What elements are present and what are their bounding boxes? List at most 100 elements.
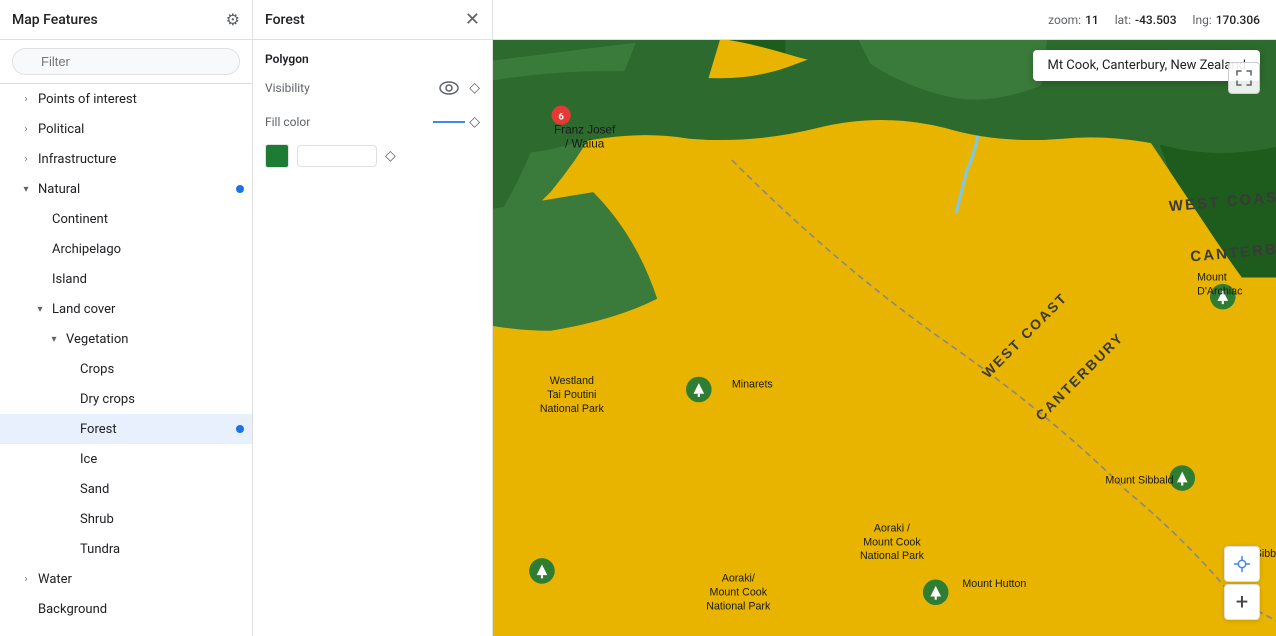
sidebar-item-label-ice: Ice — [80, 452, 244, 467]
tree-dot-forest — [236, 425, 244, 433]
sidebar-item-background[interactable]: Background — [0, 594, 252, 624]
fill-color-line — [433, 121, 465, 123]
sidebar-item-label-natural: Natural — [38, 182, 232, 197]
zoom-value: 11 — [1085, 13, 1099, 27]
map-canvas[interactable]: 6 — [493, 0, 1276, 636]
svg-text:D'Archiac: D'Archiac — [1197, 286, 1243, 298]
svg-text:Mount: Mount — [1197, 272, 1227, 284]
svg-text:Mount Hutton: Mount Hutton — [962, 578, 1026, 590]
sidebar-header: Map Features ⚙ — [0, 0, 252, 40]
sidebar-item-label-water: Water — [38, 572, 244, 587]
gear-icon[interactable]: ⚙ — [226, 10, 240, 29]
sidebar-item-island[interactable]: Island — [0, 264, 252, 294]
lng-label: lng: — [1193, 13, 1212, 27]
svg-text:/ Waiua: / Waiua — [565, 137, 605, 150]
sidebar-item-label-continent: Continent — [52, 212, 244, 227]
sidebar-item-dry-crops[interactable]: Dry crops — [0, 384, 252, 414]
map-header-bar: zoom: 11 lat: -43.503 lng: 170.306 — [493, 0, 1276, 40]
sidebar-item-label-infrastructure: Infrastructure — [38, 152, 244, 167]
location-button[interactable] — [1224, 546, 1260, 582]
sidebar-item-infrastructure[interactable]: › Infrastructure — [0, 144, 252, 174]
chevron-icon-infrastructure: › — [18, 151, 34, 167]
sidebar-item-sand[interactable]: Sand — [0, 474, 252, 504]
sidebar-item-label-background: Background — [38, 602, 244, 617]
chevron-icon-shrub — [60, 511, 76, 527]
lat-value: -43.503 — [1135, 13, 1177, 27]
zoom-in-button[interactable]: + — [1224, 584, 1260, 620]
svg-text:Westland: Westland — [550, 375, 594, 387]
filter-input[interactable] — [12, 48, 240, 75]
sidebar-item-label-dry-crops: Dry crops — [80, 392, 244, 407]
sidebar-item-forest[interactable]: Forest — [0, 414, 252, 444]
map-area: zoom: 11 lat: -43.503 lng: 170.306 — [493, 0, 1276, 636]
eye-icon[interactable] — [437, 76, 461, 100]
chevron-icon-continent — [32, 211, 48, 227]
sidebar-item-label-crops: Crops — [80, 362, 244, 377]
fill-color-row: Fill color ◇ — [265, 114, 480, 130]
svg-text:6: 6 — [558, 112, 564, 123]
zoom-stat: zoom: 11 — [1048, 13, 1099, 27]
chevron-icon-archipelago — [32, 241, 48, 257]
detail-panel: Forest ✕ Polygon Visibility ◇ Fill color — [253, 0, 493, 636]
visibility-diamond-icon[interactable]: ◇ — [469, 80, 480, 96]
sidebar-item-ice[interactable]: Ice — [0, 444, 252, 474]
sidebar-item-points-of-interest[interactable]: › Points of interest — [0, 84, 252, 114]
sidebar-item-continent[interactable]: Continent — [0, 204, 252, 234]
svg-text:National Park: National Park — [860, 550, 925, 562]
fullscreen-button[interactable] — [1228, 62, 1260, 94]
fill-color-label: Fill color — [265, 115, 310, 129]
visibility-label: Visibility — [265, 81, 310, 95]
svg-text:National Park: National Park — [706, 600, 771, 612]
sidebar-title: Map Features — [12, 12, 98, 28]
svg-text:Tai Poutini: Tai Poutini — [547, 389, 596, 401]
fill-color-value-input[interactable]: 146735 — [297, 145, 377, 167]
visibility-controls: ◇ — [437, 76, 480, 100]
detail-title: Forest — [265, 12, 305, 28]
sidebar-item-vegetation[interactable]: ▾Vegetation — [0, 324, 252, 354]
visibility-row: Visibility ◇ — [265, 76, 480, 100]
map-controls: + — [1224, 546, 1260, 620]
sidebar-item-label-vegetation: Vegetation — [66, 332, 244, 347]
chevron-icon-tundra — [60, 541, 76, 557]
tree-dot-natural — [236, 185, 244, 193]
sidebar-item-political[interactable]: ›Political — [0, 114, 252, 144]
fill-color-diamond-icon[interactable]: ◇ — [469, 114, 480, 130]
chevron-icon-water: › — [18, 571, 34, 587]
fill-color-swatch[interactable] — [265, 144, 289, 168]
sidebar-item-water[interactable]: › Water — [0, 564, 252, 594]
sidebar-item-label-archipelago: Archipelago — [52, 242, 244, 257]
chevron-icon-land-cover: ▾ — [32, 301, 48, 317]
sidebar-item-tundra[interactable]: Tundra — [0, 534, 252, 564]
zoom-label: zoom: — [1048, 13, 1081, 27]
sidebar-item-label-land-cover: Land cover — [52, 302, 244, 317]
chevron-icon-crops — [60, 361, 76, 377]
sidebar-item-shrub[interactable]: Shrub — [0, 504, 252, 534]
location-tooltip: Mt Cook, Canterbury, New Zealand — [1033, 50, 1260, 81]
sidebar: Map Features ⚙ ≡ ›Points of interest›Pol… — [0, 0, 253, 636]
sidebar-item-label-shrub: Shrub — [80, 512, 244, 527]
detail-header: Forest ✕ — [253, 0, 492, 40]
svg-text:Minarets: Minarets — [732, 378, 773, 390]
svg-text:Mount Cook: Mount Cook — [710, 586, 768, 598]
polygon-section-title: Polygon — [265, 52, 480, 66]
fill-color-swatch-row[interactable]: 146735 ◇ — [265, 144, 480, 168]
chevron-icon-points-of-interest: › — [18, 91, 34, 107]
svg-text:Aoraki/: Aoraki/ — [722, 573, 755, 585]
sidebar-item-archipelago[interactable]: Archipelago — [0, 234, 252, 264]
lng-value: 170.306 — [1216, 13, 1260, 27]
chevron-icon-forest — [60, 421, 76, 437]
sidebar-item-natural[interactable]: ▾ Natural — [0, 174, 252, 204]
chevron-icon-natural: ▾ — [18, 181, 34, 197]
lng-stat: lng: 170.306 — [1193, 13, 1260, 27]
close-icon[interactable]: ✕ — [465, 9, 480, 30]
sidebar-item-crops[interactable]: Crops — [0, 354, 252, 384]
map-svg: 6 — [493, 0, 1276, 636]
sidebar-item-label-tundra: Tundra — [80, 542, 244, 557]
svg-text:Mount Cook: Mount Cook — [863, 536, 921, 548]
lat-stat: lat: -43.503 — [1115, 13, 1177, 27]
fill-color-value-diamond-icon[interactable]: ◇ — [385, 148, 396, 164]
lat-label: lat: — [1115, 13, 1131, 27]
chevron-icon-ice — [60, 451, 76, 467]
sidebar-item-label-points-of-interest: Points of interest — [38, 92, 244, 107]
sidebar-item-land-cover[interactable]: ▾ Land cover — [0, 294, 252, 324]
